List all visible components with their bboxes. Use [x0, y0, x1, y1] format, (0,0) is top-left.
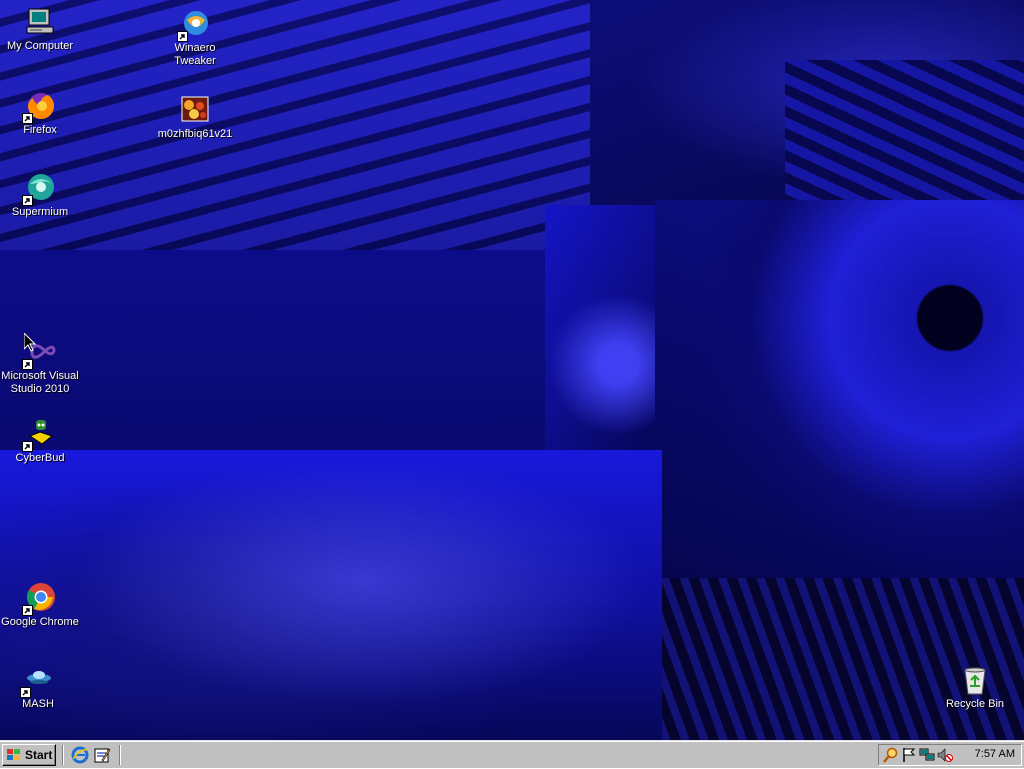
taskbar-separator	[119, 745, 121, 765]
search-icon[interactable]	[883, 747, 899, 763]
start-button[interactable]: Start	[2, 744, 56, 766]
system-tray: 7:57 AM	[878, 744, 1022, 766]
desktop-icon-winaero-tweaker[interactable]: Winaero Tweaker	[155, 8, 235, 68]
image-file-icon	[179, 94, 211, 126]
mouse-pointer-icon	[23, 331, 37, 357]
supermium-icon	[22, 172, 56, 206]
notepad-icon[interactable]	[93, 746, 111, 764]
desktop-icon-label: Microsoft Visual Studio 2010	[1, 370, 79, 395]
chrome-icon	[22, 582, 56, 616]
shortcut-arrow-icon	[22, 441, 33, 452]
desktop-icon-firefox[interactable]: Firefox	[0, 90, 80, 137]
desktop-icon-cyberbud[interactable]: CyberBud	[0, 418, 80, 465]
start-label: Start	[25, 748, 53, 762]
computer-icon	[24, 6, 56, 38]
mash-icon	[20, 664, 54, 698]
shortcut-arrow-icon	[177, 31, 188, 42]
desktop-icon-label: Firefox	[23, 124, 57, 136]
desktop-icon-supermium[interactable]: Supermium	[0, 172, 80, 219]
desktop-icon-mash[interactable]: MASH	[0, 664, 78, 711]
desktop-icon-google-chrome[interactable]: Google Chrome	[0, 582, 81, 629]
desktop-icon-label: Supermium	[11, 206, 69, 218]
wallpaper-mouse-panel	[0, 450, 662, 740]
shortcut-arrow-icon	[22, 113, 33, 124]
internet-explorer-icon[interactable]	[71, 746, 89, 764]
desktop-icon-label: Winaero Tweaker	[174, 42, 216, 67]
desktop-icon-visual-studio[interactable]: Microsoft Visual Studio 2010	[0, 336, 82, 396]
desktop-icon-label: Google Chrome	[1, 616, 79, 628]
taskbar-separator	[62, 745, 64, 765]
desktop-icon-recycle-bin[interactable]: Recycle Bin	[935, 664, 1015, 711]
firefox-icon	[22, 90, 56, 124]
shortcut-arrow-icon	[20, 687, 31, 698]
taskbar: Start 7:57 AM	[0, 740, 1024, 768]
desktop-icon-label: MASH	[22, 698, 54, 710]
desktop-icon-image-file[interactable]: m0zhfbiq61v21	[155, 94, 235, 141]
volume-muted-icon[interactable]	[937, 747, 953, 763]
shortcut-arrow-icon	[22, 195, 33, 206]
wallpaper-left-panel	[0, 250, 600, 450]
flag-icon[interactable]	[901, 747, 917, 763]
shortcut-arrow-icon	[22, 605, 33, 616]
desktop-icon-label: My Computer	[6, 40, 74, 52]
desktop[interactable]: My Computer Winaero Tweaker Firefox m0zh…	[0, 0, 1024, 740]
desktop-icon-label: m0zhfbiq61v21	[157, 128, 233, 140]
network-icon[interactable]	[919, 747, 935, 763]
windows-logo-icon	[7, 749, 20, 760]
recycle-bin-icon	[959, 664, 991, 696]
cyberbud-icon	[22, 418, 56, 452]
wallpaper-cd-panel	[655, 200, 1024, 580]
desktop-icon-label: Recycle Bin	[945, 698, 1005, 710]
wallpaper-bottom-right-panel	[662, 578, 1024, 740]
shortcut-arrow-icon	[22, 359, 33, 370]
desktop-icon-label: CyberBud	[15, 452, 65, 464]
desktop-icon-my-computer[interactable]: My Computer	[0, 6, 80, 53]
winaero-icon	[177, 8, 211, 42]
clock[interactable]: 7:57 AM	[975, 748, 1015, 760]
